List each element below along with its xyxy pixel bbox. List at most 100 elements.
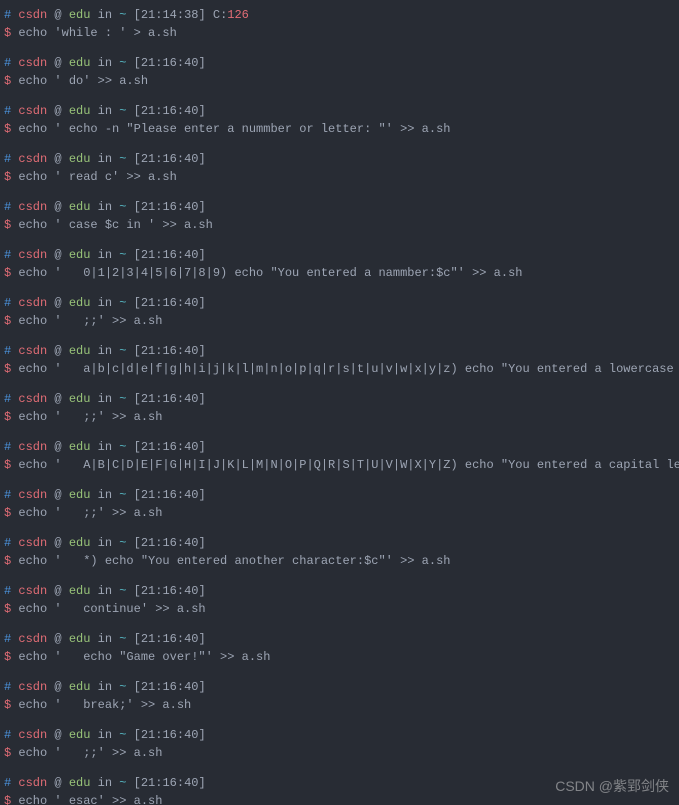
prompt-in: in (98, 152, 112, 166)
prompt-user: csdn (18, 296, 47, 310)
prompt-time: 21:16:40 (141, 632, 199, 646)
prompt-path: ~ (119, 296, 126, 310)
prompt-at: @ (54, 728, 61, 742)
prompt-hash: # (4, 392, 11, 406)
command-line[interactable]: $ echo ' continue' >> a.sh (4, 600, 675, 618)
command-line[interactable]: $ echo ' echo -n "Please enter a nummber… (4, 120, 675, 138)
exit-label: C: (213, 8, 227, 22)
terminal-entry: # csdn @ edu in ~ [21:16:40]$ echo ' esa… (4, 774, 675, 805)
command-line[interactable]: $ echo ' ;;' >> a.sh (4, 408, 675, 426)
prompt-path: ~ (119, 200, 126, 214)
prompt-time: 21:16:40 (141, 56, 199, 70)
prompt-at: @ (54, 776, 61, 790)
command-line[interactable]: $ echo ' do' >> a.sh (4, 72, 675, 90)
bracket-open: [ (134, 728, 141, 742)
prompt-hash: # (4, 776, 11, 790)
prompt-host: edu (69, 776, 91, 790)
prompt-host: edu (69, 536, 91, 550)
command-line[interactable]: $ echo ' ;;' >> a.sh (4, 504, 675, 522)
terminal-entry: # csdn @ edu in ~ [21:16:40]$ echo ' con… (4, 582, 675, 618)
command-text: echo ' continue' >> a.sh (18, 602, 205, 616)
prompt-host: edu (69, 440, 91, 454)
prompt-dollar: $ (4, 74, 11, 88)
prompt-dollar: $ (4, 746, 11, 760)
prompt-in: in (98, 104, 112, 118)
terminal-entry: # csdn @ edu in ~ [21:16:40]$ echo ' do'… (4, 54, 675, 90)
prompt-at: @ (54, 392, 61, 406)
prompt-path: ~ (119, 584, 126, 598)
bracket-close: ] (198, 56, 205, 70)
prompt-time: 21:16:40 (141, 488, 199, 502)
prompt-dollar: $ (4, 458, 11, 472)
prompt-line: # csdn @ edu in ~ [21:16:40] (4, 534, 675, 552)
prompt-at: @ (54, 344, 61, 358)
prompt-line: # csdn @ edu in ~ [21:14:38] C:126 (4, 6, 675, 24)
bracket-close: ] (198, 728, 205, 742)
bracket-open: [ (134, 56, 141, 70)
prompt-time: 21:16:40 (141, 344, 199, 358)
command-line[interactable]: $ echo ' break;' >> a.sh (4, 696, 675, 714)
prompt-in: in (98, 776, 112, 790)
terminal-entry: # csdn @ edu in ~ [21:16:40]$ echo ' ;;'… (4, 294, 675, 330)
prompt-user: csdn (18, 104, 47, 118)
command-line[interactable]: $ echo ' ;;' >> a.sh (4, 312, 675, 330)
prompt-dollar: $ (4, 650, 11, 664)
terminal-entry: # csdn @ edu in ~ [21:16:40]$ echo ' ech… (4, 630, 675, 666)
prompt-at: @ (54, 296, 61, 310)
command-line[interactable]: $ echo ' esac' >> a.sh (4, 792, 675, 805)
bracket-close: ] (198, 632, 205, 646)
bracket-close: ] (198, 296, 205, 310)
prompt-in: in (98, 344, 112, 358)
prompt-in: in (98, 632, 112, 646)
prompt-host: edu (69, 152, 91, 166)
prompt-in: in (98, 488, 112, 502)
prompt-path: ~ (119, 776, 126, 790)
prompt-path: ~ (119, 104, 126, 118)
command-line[interactable]: $ echo ' echo "Game over!"' >> a.sh (4, 648, 675, 666)
prompt-hash: # (4, 728, 11, 742)
prompt-path: ~ (119, 56, 126, 70)
prompt-user: csdn (18, 584, 47, 598)
command-line[interactable]: $ echo ' ;;' >> a.sh (4, 744, 675, 762)
prompt-line: # csdn @ edu in ~ [21:16:40] (4, 150, 675, 168)
command-line[interactable]: $ echo ' A|B|C|D|E|F|G|H|I|J|K|L|M|N|O|P… (4, 456, 675, 474)
prompt-time: 21:16:40 (141, 584, 199, 598)
bracket-close: ] (198, 104, 205, 118)
bracket-open: [ (134, 680, 141, 694)
terminal-entry: # csdn @ edu in ~ [21:16:40]$ echo ' ech… (4, 102, 675, 138)
prompt-at: @ (54, 680, 61, 694)
prompt-host: edu (69, 344, 91, 358)
bracket-close: ] (198, 776, 205, 790)
bracket-open: [ (134, 104, 141, 118)
terminal-output: # csdn @ edu in ~ [21:14:38] C:126$ echo… (0, 0, 679, 805)
prompt-user: csdn (18, 728, 47, 742)
command-line[interactable]: $ echo 'while : ' > a.sh (4, 24, 675, 42)
prompt-user: csdn (18, 344, 47, 358)
command-line[interactable]: $ echo ' case $c in ' >> a.sh (4, 216, 675, 234)
prompt-at: @ (54, 536, 61, 550)
prompt-dollar: $ (4, 410, 11, 424)
prompt-in: in (98, 392, 112, 406)
command-line[interactable]: $ echo ' a|b|c|d|e|f|g|h|i|j|k|l|m|n|o|p… (4, 360, 675, 378)
prompt-in: in (98, 8, 112, 22)
command-text: echo ' a|b|c|d|e|f|g|h|i|j|k|l|m|n|o|p|q… (18, 362, 679, 376)
prompt-path: ~ (119, 152, 126, 166)
prompt-at: @ (54, 8, 61, 22)
prompt-hash: # (4, 56, 11, 70)
command-text: echo ' echo "Game over!"' >> a.sh (18, 650, 270, 664)
prompt-at: @ (54, 632, 61, 646)
command-line[interactable]: $ echo ' 0|1|2|3|4|5|6|7|8|9) echo "You … (4, 264, 675, 282)
prompt-host: edu (69, 680, 91, 694)
prompt-time: 21:16:40 (141, 104, 199, 118)
prompt-user: csdn (18, 632, 47, 646)
bracket-open: [ (134, 152, 141, 166)
prompt-hash: # (4, 200, 11, 214)
exit-code: 126 (227, 8, 249, 22)
command-line[interactable]: $ echo ' read c' >> a.sh (4, 168, 675, 186)
prompt-line: # csdn @ edu in ~ [21:16:40] (4, 198, 675, 216)
prompt-user: csdn (18, 248, 47, 262)
prompt-host: edu (69, 728, 91, 742)
prompt-line: # csdn @ edu in ~ [21:16:40] (4, 774, 675, 792)
bracket-open: [ (134, 776, 141, 790)
command-line[interactable]: $ echo ' *) echo "You entered another ch… (4, 552, 675, 570)
